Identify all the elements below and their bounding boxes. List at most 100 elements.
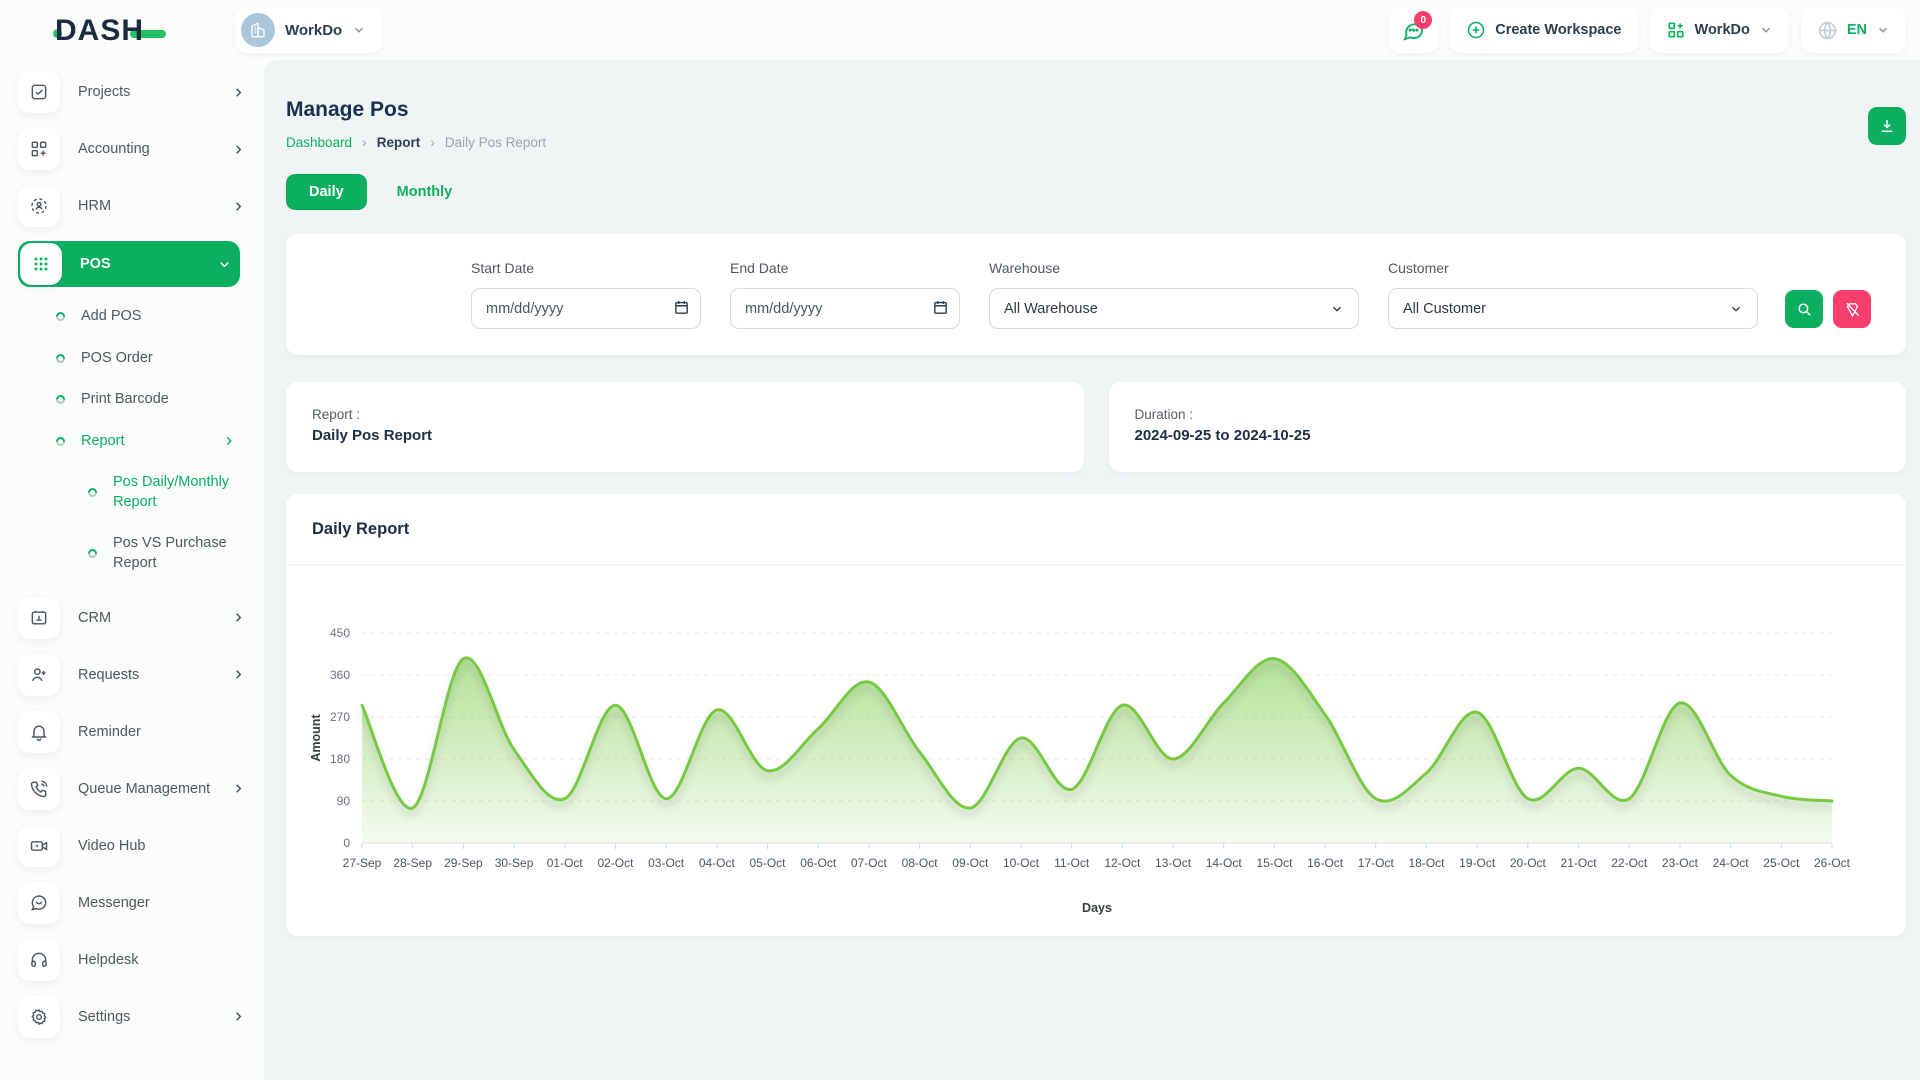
header-actions: 0 Create Workspace WorkDo EN [1389, 7, 1906, 53]
tab-daily[interactable]: Daily [286, 174, 367, 210]
sidebar-subitem-pos-vs-purchase-report[interactable]: Pos VS Purchase Report [0, 534, 264, 573]
filter-card: Start Date End Date Warehous [286, 234, 1906, 355]
daily-report-area-chart[interactable]: 09018027036045027-Sep28-Sep29-Sep30-Sep0… [304, 573, 1852, 918]
bullet-icon [54, 394, 67, 407]
bullet-icon [54, 352, 67, 365]
customer-label: Customer [1388, 260, 1758, 276]
tab-monthly[interactable]: Monthly [397, 184, 453, 200]
sidebar-item-pos[interactable]: POS [18, 241, 240, 287]
subitem-label: Add POS [81, 307, 141, 327]
breadcrumb-separator: › [362, 134, 367, 150]
chart-title: Daily Report [312, 520, 409, 539]
svg-text:15-Oct: 15-Oct [1256, 856, 1293, 870]
download-icon [1878, 117, 1896, 135]
search-icon [1796, 301, 1813, 318]
search-button[interactable] [1785, 290, 1823, 328]
end-date-group: End Date [730, 260, 960, 329]
globe-icon [1817, 20, 1838, 41]
report-value: Daily Pos Report [312, 427, 1058, 444]
svg-text:180: 180 [330, 752, 350, 766]
svg-text:10-Oct: 10-Oct [1003, 856, 1040, 870]
chart-area: 09018027036045027-Sep28-Sep29-Sep30-Sep0… [286, 565, 1906, 923]
calendar-icon[interactable] [932, 299, 949, 321]
sidebar-subitem-pos-daily-monthly-report[interactable]: Pos Daily/Monthly Report [0, 473, 264, 512]
check-square-icon [18, 71, 60, 113]
sidebar-item-crm[interactable]: CRM [18, 596, 252, 640]
svg-text:28-Sep: 28-Sep [393, 856, 432, 870]
svg-text:23-Oct: 23-Oct [1662, 856, 1699, 870]
sidebar-item-helpdesk[interactable]: Helpdesk [18, 938, 252, 982]
user-plus-icon [18, 654, 60, 696]
svg-text:29-Sep: 29-Sep [444, 856, 483, 870]
phone-call-icon [18, 768, 60, 810]
breadcrumb-dashboard[interactable]: Dashboard [286, 135, 352, 150]
sidebar-item-messenger[interactable]: Messenger [18, 881, 252, 925]
gear-icon [18, 996, 60, 1038]
chevron-down-icon [352, 23, 366, 37]
daily-report-card: Daily Report 09018027036045027-Sep28-Sep… [286, 494, 1906, 936]
warehouse-select[interactable]: All Warehouse [989, 288, 1359, 329]
report-label: Report : [312, 407, 1058, 422]
sidebar-item-label: Accounting [78, 141, 231, 157]
messages-button[interactable]: 0 [1389, 7, 1438, 53]
sidebar-item-requests[interactable]: Requests [18, 653, 252, 697]
language-menu[interactable]: EN [1801, 7, 1906, 53]
start-date-input[interactable] [471, 288, 701, 329]
sidebar-item-reminder[interactable]: Reminder [18, 710, 252, 754]
sidebar-item-video-hub[interactable]: Video Hub [18, 824, 252, 868]
customer-selected-value: All Customer [1403, 301, 1729, 317]
building-icon [249, 21, 267, 39]
chevron-right-icon [231, 1009, 246, 1024]
plus-circle-icon [1466, 20, 1486, 40]
end-date-input[interactable] [730, 288, 960, 329]
svg-text:05-Oct: 05-Oct [750, 856, 787, 870]
sidebar-item-hrm[interactable]: HRM [18, 184, 252, 228]
app-logo[interactable]: DASH [55, 14, 166, 48]
sidebar-item-label: Settings [78, 1009, 231, 1025]
svg-text:02-Oct: 02-Oct [597, 856, 634, 870]
svg-text:09-Oct: 09-Oct [952, 856, 989, 870]
subitem-label: Pos Daily/Monthly Report [113, 473, 253, 512]
svg-text:Days: Days [1082, 901, 1112, 915]
person-target-icon [18, 185, 60, 227]
chevron-right-icon [231, 610, 246, 625]
subitem-label: Print Barcode [81, 390, 169, 410]
chevron-down-icon [1759, 23, 1773, 37]
report-period-tabs: Daily Monthly [286, 174, 1906, 210]
svg-text:90: 90 [337, 794, 351, 808]
grid-plus-icon [1666, 20, 1686, 40]
sidebar-subitem-report[interactable]: Report [0, 432, 264, 452]
language-label: EN [1847, 22, 1867, 38]
workspace-avatar [241, 13, 275, 47]
svg-text:26-Oct: 26-Oct [1814, 856, 1851, 870]
sidebar-item-accounting[interactable]: Accounting [18, 127, 252, 171]
svg-text:25-Oct: 25-Oct [1763, 856, 1800, 870]
sidebar-subitem-print-barcode[interactable]: Print Barcode [0, 390, 264, 410]
create-workspace-button[interactable]: Create Workspace [1450, 7, 1637, 53]
sidebar-item-label: CRM [78, 610, 231, 626]
sidebar-subitem-pos-order[interactable]: POS Order [0, 349, 264, 369]
sidebar-item-settings[interactable]: Settings [18, 995, 252, 1039]
customer-select[interactable]: All Customer [1388, 288, 1758, 329]
chevron-right-icon [231, 85, 246, 100]
bullet-icon [54, 310, 67, 323]
calendar-icon[interactable] [673, 299, 690, 321]
breadcrumb-report[interactable]: Report [377, 135, 421, 150]
bell-icon [18, 711, 60, 753]
sidebar-subitem-add-pos[interactable]: Add POS [0, 307, 264, 327]
sidebar-item-label: Queue Management [78, 781, 231, 797]
sidebar-item-queue-management[interactable]: Queue Management [18, 767, 252, 811]
chevron-right-icon [222, 434, 236, 448]
svg-text:27-Sep: 27-Sep [343, 856, 382, 870]
workspace-switcher[interactable]: WorkDo [235, 7, 382, 53]
customer-group: Customer All Customer [1388, 260, 1758, 329]
svg-text:07-Oct: 07-Oct [851, 856, 888, 870]
reset-button[interactable] [1833, 290, 1871, 328]
message-bubble-icon [18, 882, 60, 924]
report-summary-card: Report : Daily Pos Report [286, 382, 1084, 472]
download-button[interactable] [1868, 107, 1906, 145]
sidebar-item-projects[interactable]: Projects [18, 70, 252, 114]
account-menu[interactable]: WorkDo [1650, 7, 1789, 53]
svg-text:21-Oct: 21-Oct [1561, 856, 1598, 870]
warehouse-selected-value: All Warehouse [1004, 301, 1330, 317]
